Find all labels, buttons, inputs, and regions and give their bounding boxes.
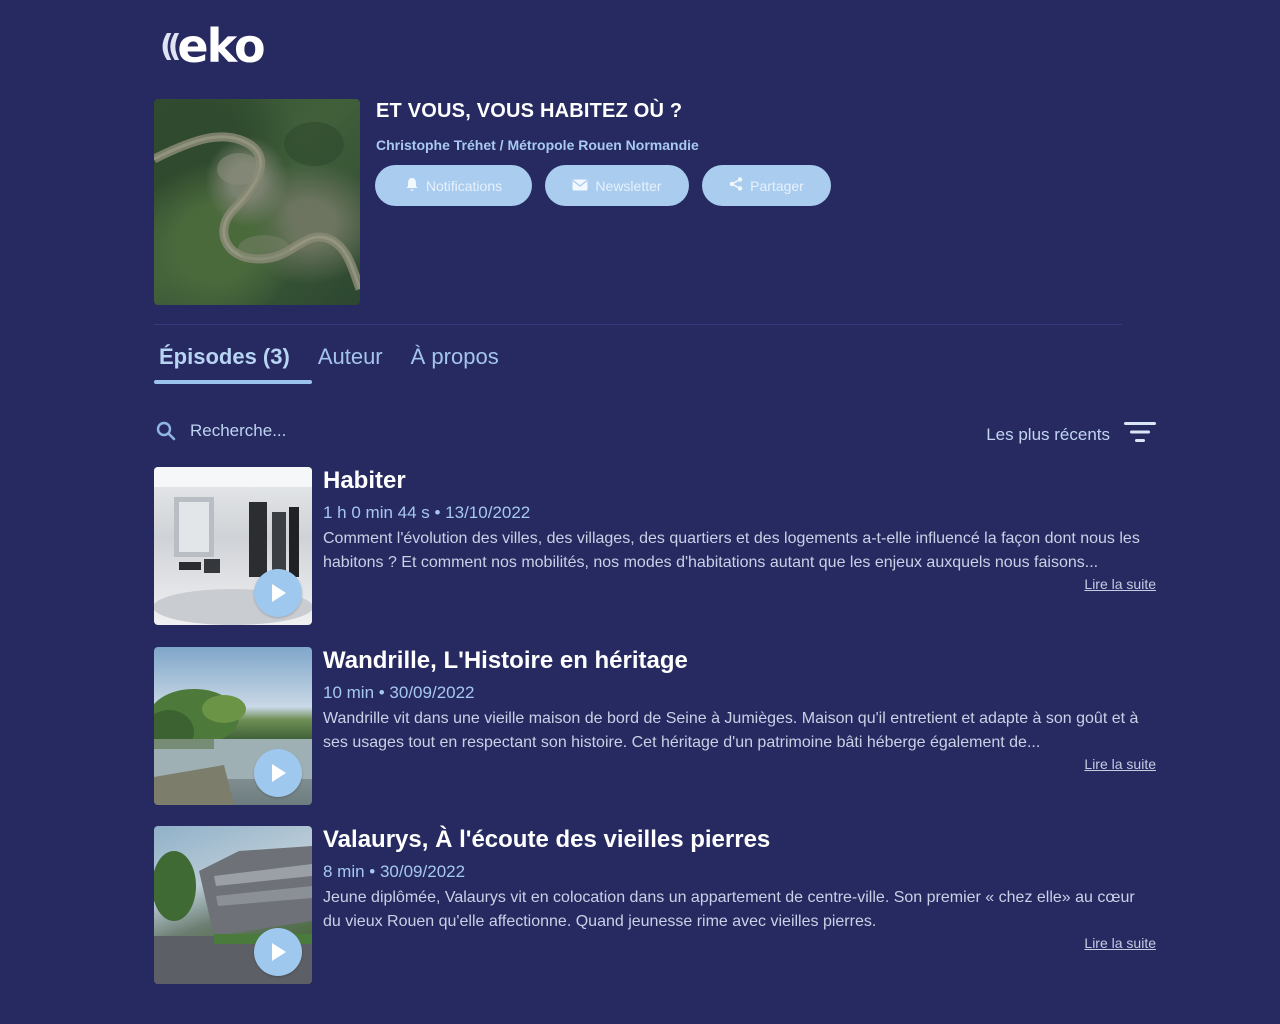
play-button[interactable] xyxy=(254,569,302,617)
section-divider xyxy=(154,324,1122,325)
read-more-link[interactable]: Lire la suite xyxy=(1084,576,1156,592)
bell-icon xyxy=(405,177,419,195)
logo-text: eko xyxy=(177,19,265,73)
episode-thumbnail xyxy=(154,647,312,805)
notifications-button[interactable]: Notifications xyxy=(375,165,532,206)
search-input[interactable] xyxy=(190,421,430,441)
episode-description: Jeune diplômée, Valaurys vit en colocati… xyxy=(323,889,1135,930)
sort-icon xyxy=(1124,421,1156,448)
podcast-cover-image xyxy=(154,99,360,305)
episode-title[interactable]: Wandrille, L'Histoire en héritage xyxy=(323,647,688,675)
episode-title[interactable]: Valaurys, À l'écoute des vieilles pierre… xyxy=(323,826,770,854)
episode-search xyxy=(156,421,430,441)
episode-meta: 10 min • 30/09/2022 xyxy=(323,683,475,702)
eko-logo[interactable]: (( eko xyxy=(160,18,266,74)
episode-meta: 1 h 0 min 44 s • 13/10/2022 xyxy=(323,503,531,522)
episode-item[interactable]: Valaurys, À l'écoute des vieilles pierre… xyxy=(154,826,1156,986)
tab-about[interactable]: À propos xyxy=(410,340,500,384)
share-button[interactable]: Partager xyxy=(702,165,831,206)
episode-thumbnail xyxy=(154,467,312,625)
search-icon xyxy=(156,421,176,441)
episode-item[interactable]: Wandrille, L'Histoire en héritage 10 min… xyxy=(154,647,1156,807)
episode-item[interactable]: Habiter 1 h 0 min 44 s • 13/10/2022 Comm… xyxy=(154,467,1156,627)
play-button[interactable] xyxy=(254,749,302,797)
tab-author[interactable]: Auteur xyxy=(317,340,384,384)
newsletter-button[interactable]: Newsletter xyxy=(545,165,689,206)
share-label: Partager xyxy=(750,177,804,194)
play-icon xyxy=(272,943,286,961)
sort-dropdown[interactable]: Les plus récents xyxy=(986,421,1156,448)
sound-waves-icon: (( xyxy=(160,28,182,64)
episode-thumbnail xyxy=(154,826,312,984)
notifications-label: Notifications xyxy=(425,177,503,194)
read-more-link[interactable]: Lire la suite xyxy=(1084,756,1156,772)
podcast-actions: Notifications Newsletter Partager xyxy=(375,165,831,206)
episode-title[interactable]: Habiter xyxy=(323,467,406,495)
podcast-author[interactable]: Christophe Tréhet / Métropole Rouen Norm… xyxy=(376,137,699,153)
play-icon xyxy=(272,764,286,782)
podcast-tabs: Épisodes (3) Auteur À propos xyxy=(154,340,500,384)
episode-description: Wandrille vit dans une vieille maison de… xyxy=(323,710,1139,751)
share-icon xyxy=(729,177,743,194)
play-button[interactable] xyxy=(254,928,302,976)
newsletter-label: Newsletter xyxy=(595,177,662,194)
tab-episodes[interactable]: Épisodes (3) xyxy=(154,340,312,384)
episode-description: Comment l'évolution des villes, des vill… xyxy=(323,530,1140,571)
envelope-icon xyxy=(572,178,588,194)
play-icon xyxy=(272,584,286,602)
river-map-illustration xyxy=(154,122,360,291)
podcast-title: ET VOUS, VOUS HABITEZ OÙ ? xyxy=(376,100,683,122)
episode-meta: 8 min • 30/09/2022 xyxy=(323,862,466,881)
sort-label: Les plus récents xyxy=(986,424,1110,444)
read-more-link[interactable]: Lire la suite xyxy=(1084,935,1156,951)
